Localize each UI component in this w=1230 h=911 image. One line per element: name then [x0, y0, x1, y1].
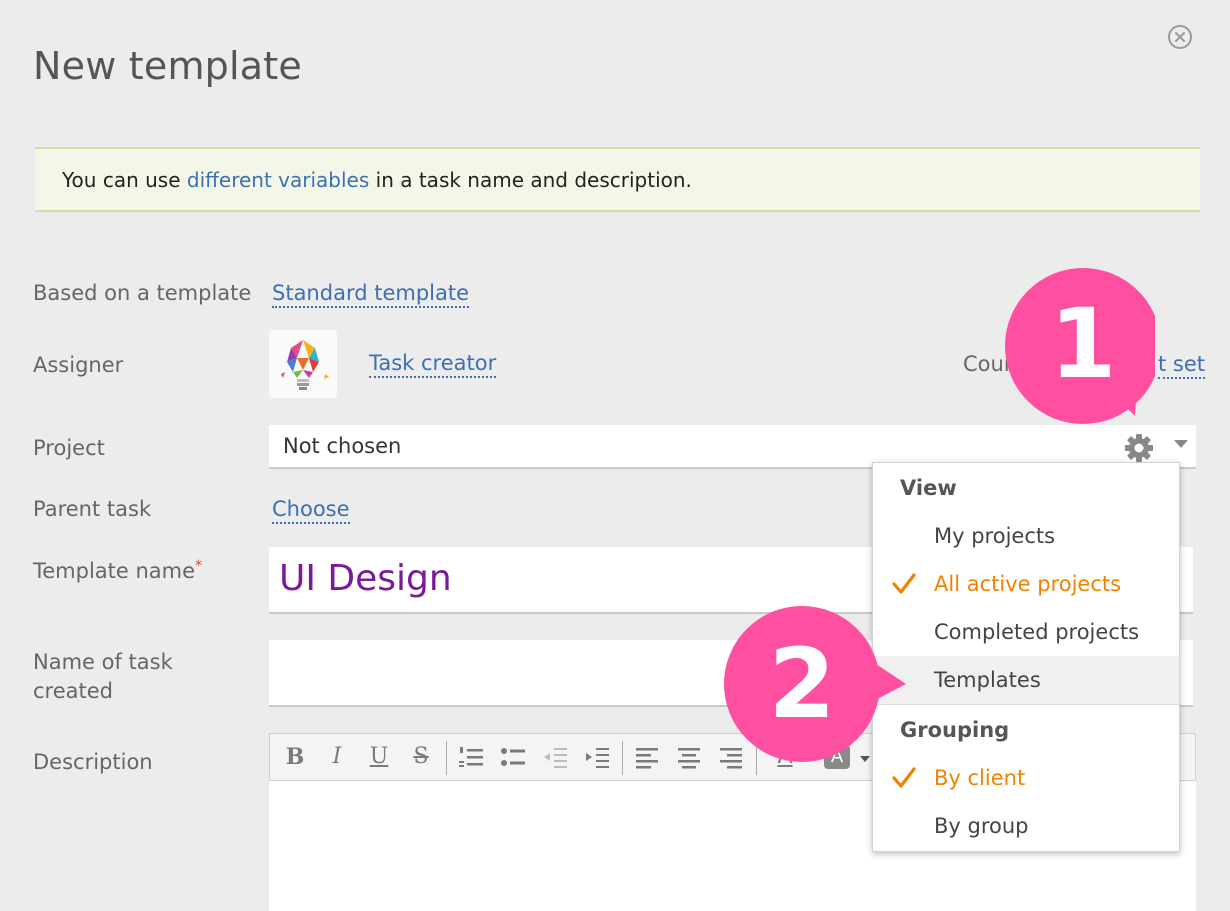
underline-button[interactable]: U	[364, 741, 394, 773]
checkmark-icon	[892, 767, 916, 788]
menu-item-all-active-projects[interactable]: All active projects	[873, 560, 1179, 608]
task-name-label-line1: Name of task	[33, 650, 173, 674]
different-variables-link[interactable]: different variables	[187, 168, 369, 192]
lightbulb-icon	[281, 340, 329, 390]
menu-item-label: All active projects	[934, 572, 1122, 596]
project-filter-dropdown: View My projects All active projects Com…	[872, 462, 1180, 852]
template-name-label-text: Template name	[33, 559, 196, 583]
bullet-list-icon[interactable]	[498, 741, 528, 773]
menu-item-label: My projects	[934, 524, 1056, 548]
standard-template-link[interactable]: Standard template	[272, 281, 470, 308]
required-mark: *	[195, 558, 203, 574]
menu-item-templates[interactable]: Templates	[873, 656, 1179, 704]
task-name-label: Name of task created	[33, 648, 173, 706]
align-center-icon[interactable]	[674, 741, 704, 773]
page-title: New template	[33, 44, 302, 88]
parent-task-label: Parent task	[33, 497, 152, 521]
numbered-list-icon[interactable]	[456, 741, 486, 773]
menu-item-label: By group	[934, 814, 1029, 838]
indent-icon[interactable]	[582, 741, 612, 773]
view-header: View	[900, 476, 957, 500]
notice-suffix: in a task name and description.	[369, 168, 692, 192]
assigner-label: Assigner	[33, 353, 124, 377]
menu-item-completed-projects[interactable]: Completed projects	[873, 608, 1179, 656]
align-left-icon[interactable]	[632, 741, 662, 773]
menu-item-my-projects[interactable]: My projects	[873, 512, 1179, 560]
menu-item-label: Completed projects	[934, 620, 1140, 644]
based-on-label: Based on a template	[33, 281, 252, 305]
avatar[interactable]	[269, 330, 337, 398]
menu-item-label: Templates	[934, 668, 1041, 692]
bold-button[interactable]: B	[280, 741, 310, 773]
close-icon[interactable]	[1168, 25, 1192, 49]
menu-item-by-group[interactable]: By group	[873, 802, 1179, 850]
outdent-icon[interactable]	[540, 741, 570, 773]
template-name-value: UI Design	[279, 558, 452, 599]
strikethrough-button[interactable]: S	[406, 741, 436, 773]
project-select-value: Not chosen	[283, 434, 402, 458]
marker-1-number: 1	[1049, 288, 1117, 400]
counter-set-link[interactable]: t set	[1158, 352, 1206, 379]
grouping-header: Grouping	[900, 718, 1010, 742]
choose-parent-link[interactable]: Choose	[272, 497, 350, 524]
checkmark-icon	[892, 573, 916, 594]
task-creator-link[interactable]: Task creator	[369, 351, 497, 378]
notice-prefix: You can use	[62, 168, 187, 192]
template-name-label: Template name*	[33, 558, 202, 583]
toolbar-divider	[446, 741, 447, 775]
chevron-down-icon[interactable]	[1174, 440, 1188, 448]
task-name-label-line2: created	[33, 679, 113, 703]
gear-icon[interactable]	[1123, 432, 1155, 464]
menu-item-by-client[interactable]: By client	[873, 754, 1179, 802]
description-label: Description	[33, 750, 153, 774]
variables-notice: You can use different variables in a tas…	[35, 147, 1200, 212]
italic-button[interactable]: I	[322, 741, 352, 773]
project-label: Project	[33, 436, 105, 460]
marker-2-number: 2	[768, 628, 836, 740]
menu-divider	[873, 704, 1179, 705]
toolbar-divider	[622, 741, 623, 775]
menu-item-label: By client	[934, 766, 1026, 790]
